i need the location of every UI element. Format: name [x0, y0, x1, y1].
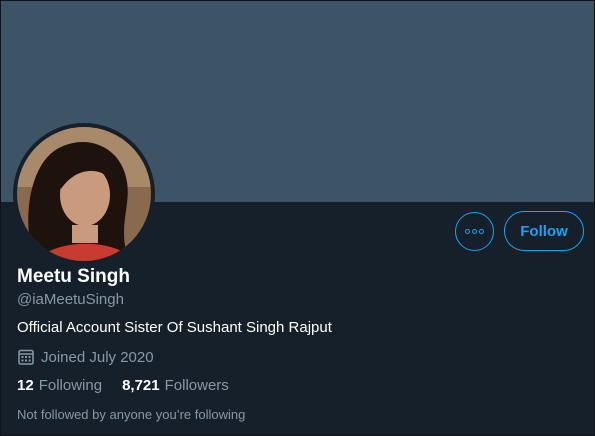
followers-link[interactable]: 8,721 Followers	[122, 377, 229, 394]
avatar[interactable]	[13, 123, 155, 265]
joined-date-text: Joined July 2020	[41, 348, 154, 366]
more-options-button[interactable]	[455, 212, 494, 251]
joined-date: Joined July 2020	[17, 348, 154, 366]
profile-page: Follow Meetu Singh @iaMeetuSingh Officia…	[0, 0, 595, 436]
following-label: Following	[38, 377, 103, 394]
following-link[interactable]: 12 Following	[17, 377, 102, 394]
profile-bio: Official Account Sister Of Sushant Singh…	[17, 319, 332, 336]
calendar-icon	[18, 349, 34, 365]
profile-stats: 12 Following 8,721 Followers	[17, 377, 229, 394]
profile-handle: @iaMeetuSingh	[17, 291, 124, 308]
follow-button[interactable]: Follow	[504, 211, 584, 251]
more-horizontal-icon	[465, 229, 484, 234]
following-count: 12	[17, 377, 34, 394]
followers-label: Followers	[164, 377, 229, 394]
avatar-photo	[17, 127, 151, 261]
not-followed-note: Not followed by anyone you’re following	[17, 407, 246, 422]
profile-name: Meetu Singh	[17, 266, 130, 287]
followers-count: 8,721	[122, 377, 160, 394]
